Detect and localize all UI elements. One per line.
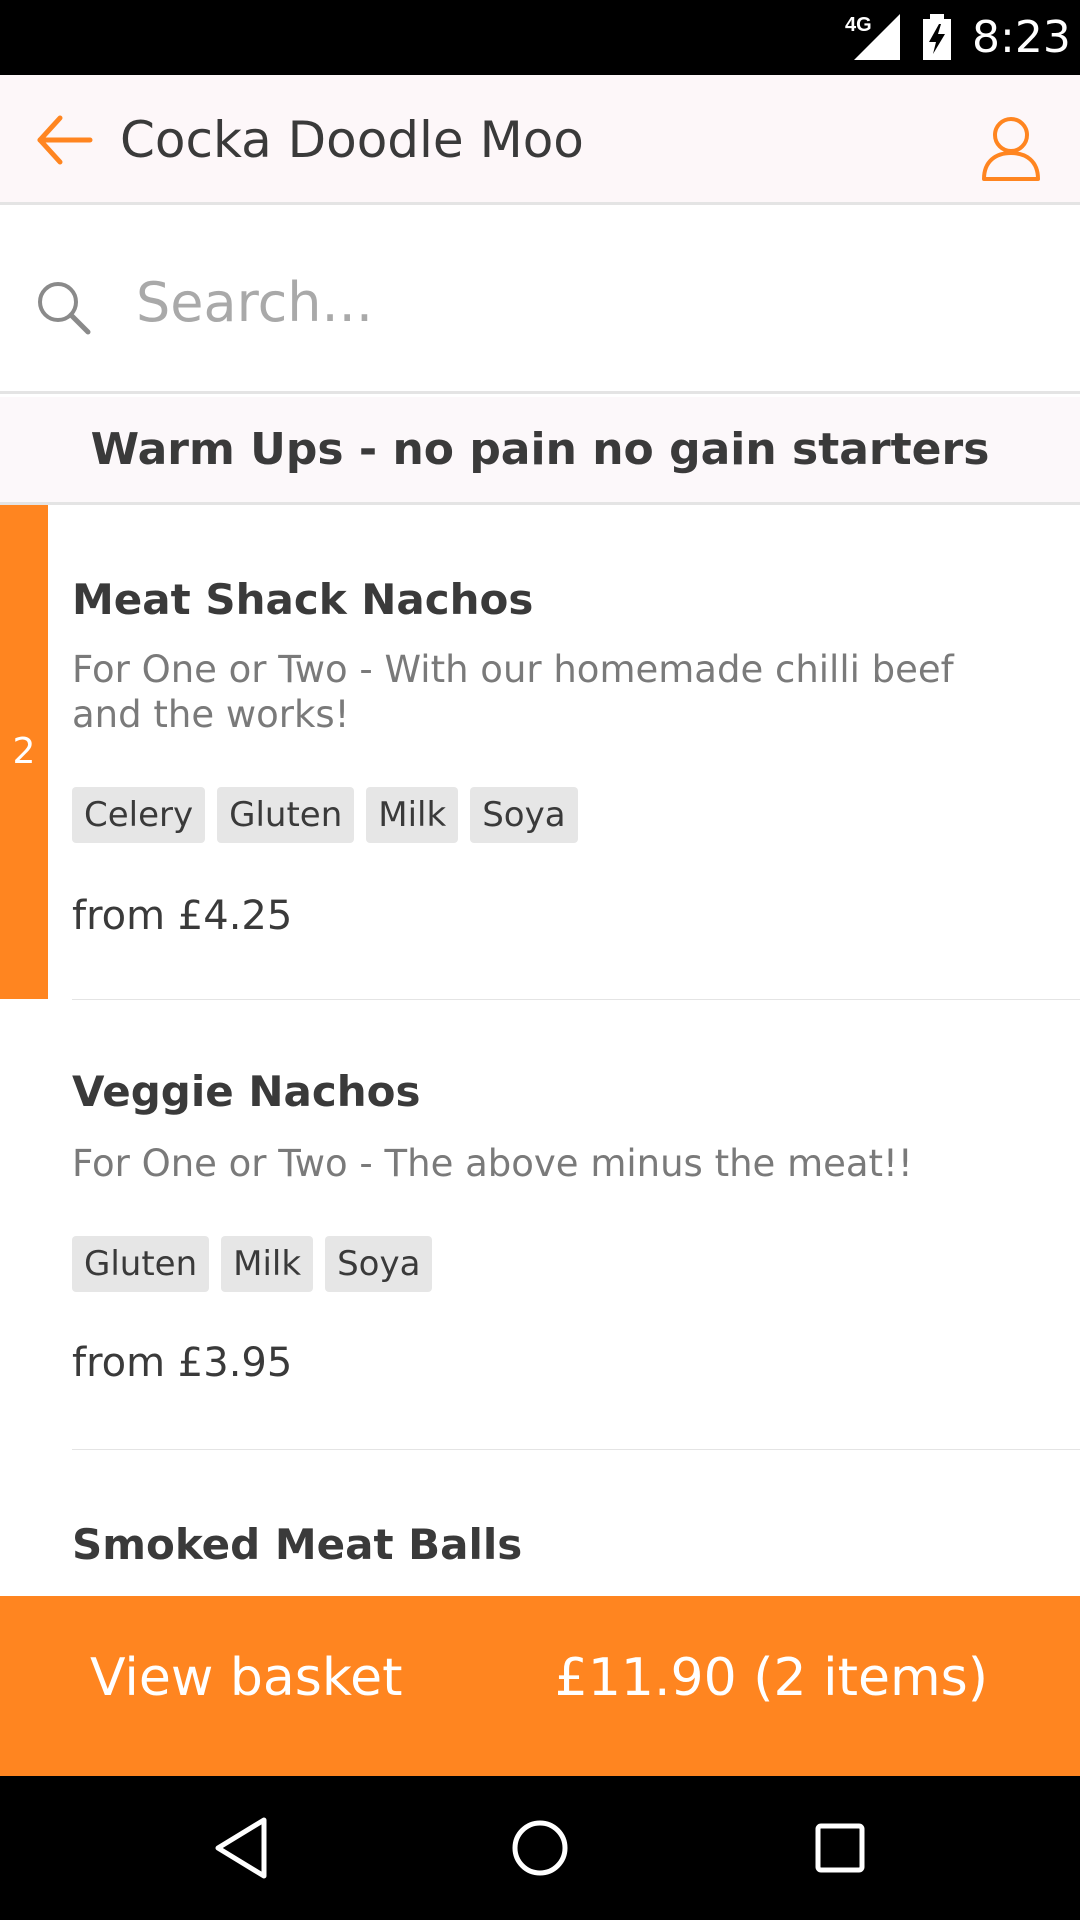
menu-item-smoked-meat-balls[interactable]: Smoked Meat Balls: [0, 1450, 1080, 1596]
clock: 8:23: [972, 12, 1071, 63]
allergen-tags: Celery Gluten Milk Soya: [72, 787, 578, 843]
square-recents-icon[interactable]: [804, 1812, 876, 1884]
allergen-tag: Milk: [366, 787, 459, 843]
page-title: Cocka Doodle Moo: [120, 111, 584, 169]
view-basket-button[interactable]: View basket £11.90 (2 items): [0, 1596, 1080, 1776]
battery-charging-icon: [923, 14, 951, 60]
app-bar: Cocka Doodle Moo: [0, 75, 1080, 205]
item-name: Meat Shack Nachos: [72, 575, 534, 624]
section-header: Warm Ups - no pain no gain starters: [0, 397, 1080, 505]
section-title: Warm Ups - no pain no gain starters: [90, 424, 990, 475]
item-name: Smoked Meat Balls: [72, 1520, 523, 1569]
triangle-back-icon[interactable]: [206, 1812, 278, 1884]
basket-total: £11.90 (2 items): [554, 1648, 988, 1708]
allergen-tag: Celery: [72, 787, 206, 843]
circle-home-icon[interactable]: [504, 1812, 576, 1884]
basket-label: View basket: [90, 1648, 403, 1708]
user-icon[interactable]: [980, 115, 1042, 181]
allergen-tag: Soya: [470, 787, 578, 843]
menu-item-veggie-nachos[interactable]: Veggie Nachos For One or Two - The above…: [0, 1000, 1080, 1452]
menu-item-meat-shack-nachos[interactable]: 2 Meat Shack Nachos For One or Two - Wit…: [0, 505, 1080, 1002]
search-icon: [38, 282, 91, 335]
item-description: For One or Two - The above minus the mea…: [72, 1142, 913, 1185]
item-name: Veggie Nachos: [72, 1067, 421, 1116]
network-type: 4G: [845, 14, 872, 36]
search-input[interactable]: [136, 260, 1016, 344]
item-description: For One or Two - With our homemade chill…: [72, 648, 954, 736]
item-price: from £4.25: [72, 893, 293, 939]
allergen-tag: Gluten: [217, 787, 355, 843]
allergen-tag: Gluten: [72, 1236, 210, 1292]
basket-quantity-badge: 2: [12, 731, 36, 772]
search-bar: [0, 208, 1080, 394]
allergen-tag: Milk: [221, 1236, 314, 1292]
status-bar: 4G 8:23: [0, 0, 1080, 75]
arrow-left-icon[interactable]: [34, 110, 94, 170]
allergen-tags: Gluten Milk Soya: [72, 1236, 433, 1292]
system-nav-bar: [0, 1776, 1080, 1920]
allergen-tag: Soya: [325, 1236, 433, 1292]
item-price: from £3.95: [72, 1340, 293, 1386]
